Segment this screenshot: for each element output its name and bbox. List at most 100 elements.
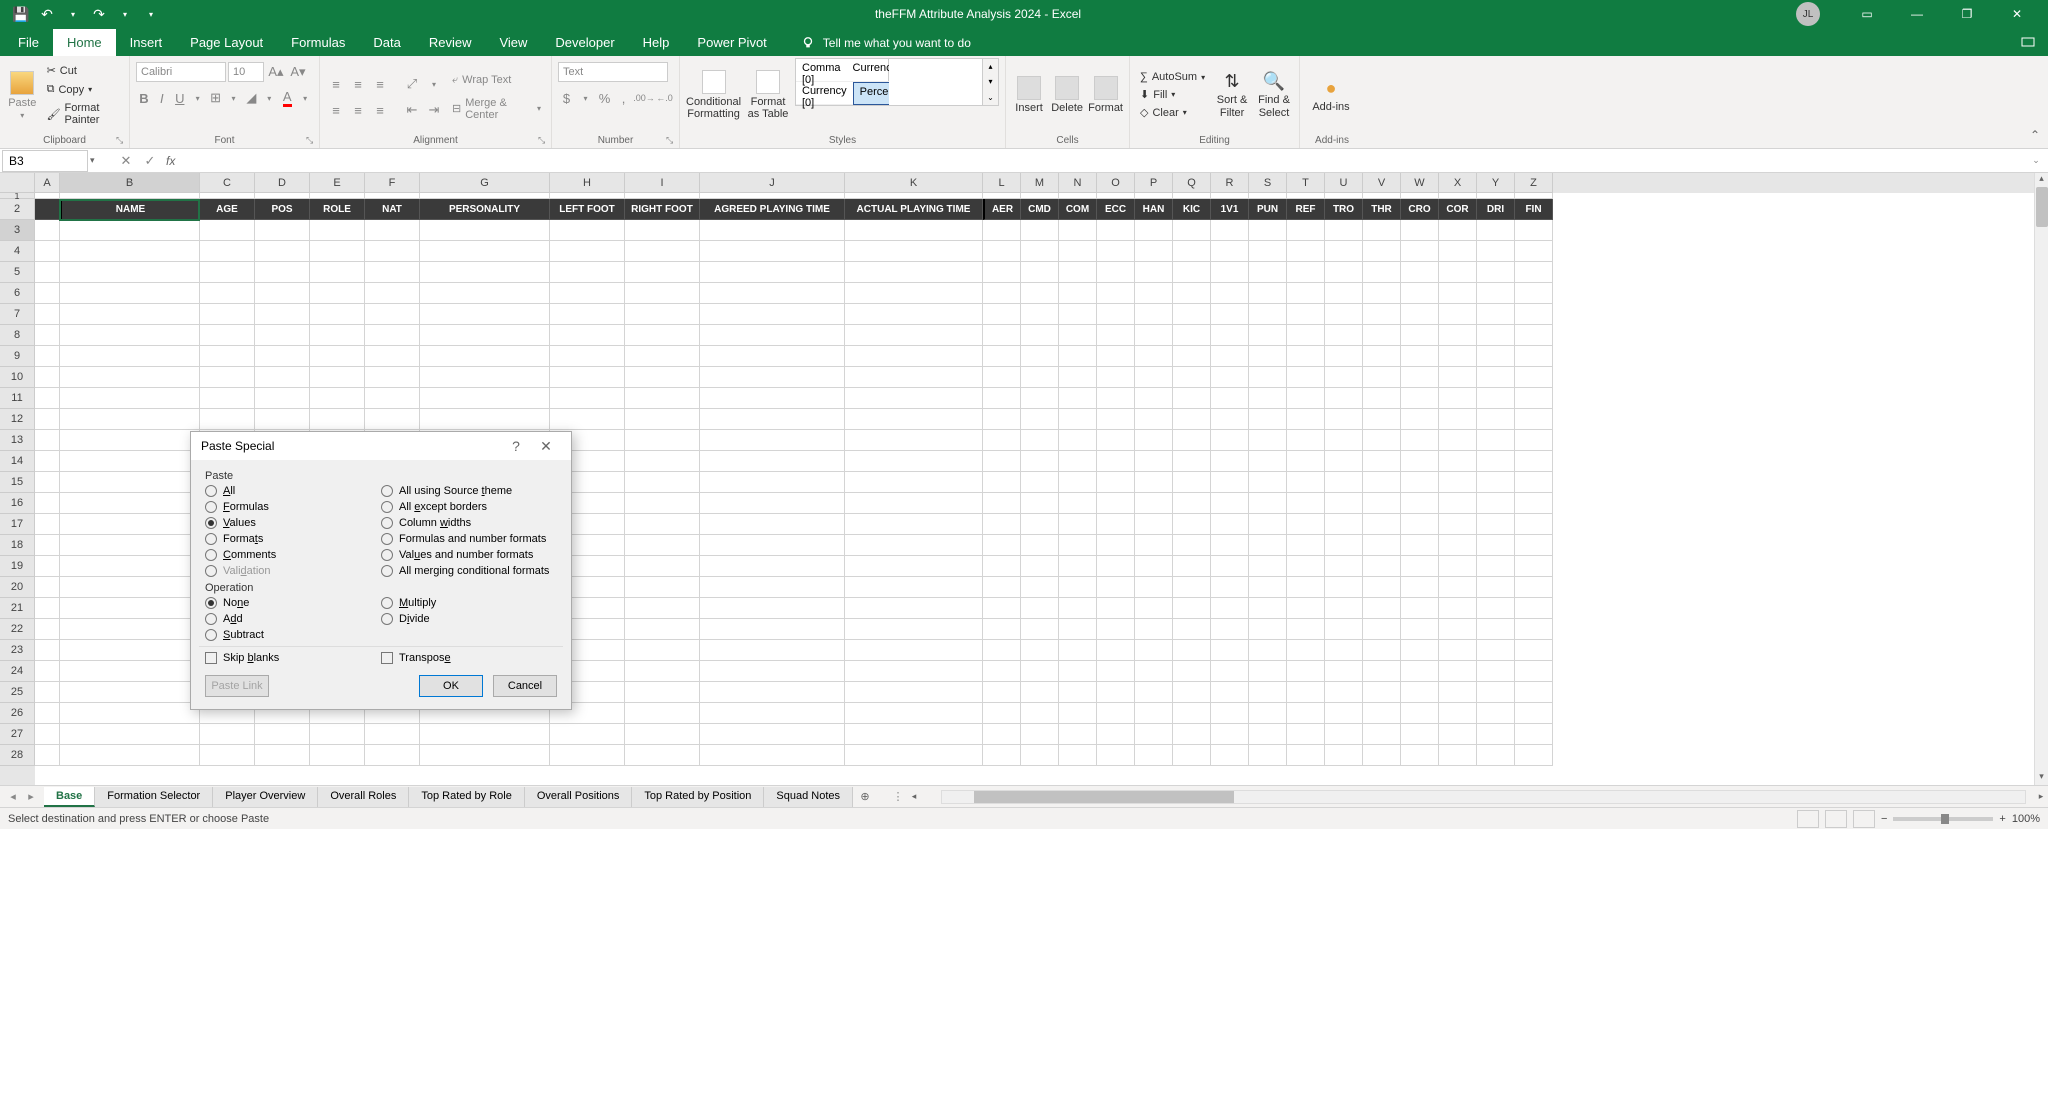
cell[interactable] — [1515, 262, 1553, 283]
conditional-formatting-button[interactable]: Conditional Formatting — [686, 58, 741, 132]
cell[interactable] — [1059, 724, 1097, 745]
style-scroll-more-icon[interactable]: ⌄ — [983, 90, 998, 105]
cell[interactable] — [1097, 640, 1135, 661]
cell[interactable] — [700, 556, 845, 577]
cell[interactable] — [35, 661, 60, 682]
cell[interactable] — [845, 598, 983, 619]
cell[interactable] — [1363, 325, 1401, 346]
cell[interactable] — [550, 325, 625, 346]
cell[interactable] — [1363, 451, 1401, 472]
cell[interactable] — [420, 745, 550, 766]
fill-button[interactable]: ⬇Fill▾ — [1136, 86, 1209, 103]
radio-option[interactable]: Values and number formats — [381, 548, 557, 562]
cell[interactable] — [1401, 745, 1439, 766]
cell[interactable] — [35, 220, 60, 241]
cell[interactable] — [700, 451, 845, 472]
cell[interactable] — [1211, 283, 1249, 304]
table-header-cell[interactable]: NAT — [365, 199, 420, 220]
cell[interactable] — [983, 241, 1021, 262]
orientation-dropdown-icon[interactable]: ▾ — [424, 74, 444, 94]
table-header-cell[interactable]: DRI — [1477, 199, 1515, 220]
cell[interactable] — [1173, 283, 1211, 304]
cell[interactable] — [35, 682, 60, 703]
cell[interactable] — [1439, 430, 1477, 451]
radio-option[interactable]: Divide — [381, 612, 557, 626]
cell[interactable] — [255, 241, 310, 262]
cell[interactable] — [1173, 556, 1211, 577]
cell[interactable] — [1135, 346, 1173, 367]
font-name-select[interactable] — [136, 62, 226, 82]
column-header[interactable]: V — [1363, 173, 1401, 193]
cell[interactable] — [1173, 724, 1211, 745]
undo-icon[interactable]: ↶ — [38, 5, 56, 23]
cell[interactable] — [1439, 682, 1477, 703]
cell[interactable] — [255, 325, 310, 346]
cell[interactable] — [310, 388, 365, 409]
cell[interactable] — [700, 430, 845, 451]
cell[interactable] — [1173, 661, 1211, 682]
cell[interactable] — [1401, 451, 1439, 472]
cell[interactable] — [1249, 577, 1287, 598]
cell[interactable] — [60, 388, 200, 409]
sheet-nav-next-icon[interactable]: ▸ — [22, 790, 40, 803]
cell[interactable] — [310, 409, 365, 430]
format-painter-button[interactable]: 🖌Format Painter — [43, 100, 123, 128]
cell[interactable] — [1477, 241, 1515, 262]
cell[interactable] — [1135, 556, 1173, 577]
name-box[interactable]: B3 — [2, 150, 88, 172]
cell[interactable] — [1439, 493, 1477, 514]
cell[interactable] — [1249, 598, 1287, 619]
cell[interactable] — [1363, 409, 1401, 430]
cell[interactable] — [1059, 703, 1097, 724]
radio-option[interactable]: None — [205, 596, 381, 610]
cell[interactable] — [1363, 703, 1401, 724]
cell[interactable] — [1439, 346, 1477, 367]
cell[interactable] — [983, 451, 1021, 472]
cell[interactable] — [1363, 283, 1401, 304]
cell[interactable] — [1477, 556, 1515, 577]
cell[interactable] — [1515, 556, 1553, 577]
cell[interactable] — [1515, 388, 1553, 409]
cell[interactable] — [1173, 262, 1211, 283]
cell[interactable] — [1097, 703, 1135, 724]
cell[interactable] — [1059, 577, 1097, 598]
cell[interactable] — [60, 220, 200, 241]
cell[interactable] — [1249, 619, 1287, 640]
cell[interactable] — [983, 220, 1021, 241]
cell[interactable] — [310, 220, 365, 241]
cell[interactable] — [1325, 472, 1363, 493]
cell[interactable] — [1211, 325, 1249, 346]
cell[interactable] — [1135, 241, 1173, 262]
fill-dropdown-icon[interactable]: ▾ — [261, 88, 277, 108]
normal-view-icon[interactable] — [1797, 810, 1819, 828]
sheet-tab[interactable]: Overall Roles — [318, 787, 409, 807]
cell[interactable] — [1249, 535, 1287, 556]
cell[interactable] — [60, 535, 200, 556]
cell[interactable] — [1401, 388, 1439, 409]
cell[interactable] — [700, 241, 845, 262]
column-header[interactable]: O — [1097, 173, 1135, 193]
cell-styles-gallery-2[interactable] — [889, 58, 983, 106]
column-header[interactable]: F — [365, 173, 420, 193]
row-header[interactable]: 10 — [0, 367, 35, 388]
vscroll-thumb[interactable] — [2036, 187, 2048, 227]
style-currency0[interactable]: Currency [0] — [796, 82, 853, 105]
cell[interactable] — [1325, 388, 1363, 409]
table-header-cell[interactable]: TRO — [1325, 199, 1363, 220]
cell[interactable] — [1477, 367, 1515, 388]
cell[interactable] — [1287, 619, 1325, 640]
radio-option[interactable]: Formulas — [205, 500, 381, 514]
row-header[interactable]: 8 — [0, 325, 35, 346]
cell[interactable] — [1515, 640, 1553, 661]
number-format-select[interactable] — [558, 62, 668, 82]
cell[interactable] — [1173, 430, 1211, 451]
cell[interactable] — [60, 430, 200, 451]
cell[interactable] — [1173, 304, 1211, 325]
orientation-icon[interactable]: ⤢ — [402, 74, 422, 94]
cell[interactable] — [625, 283, 700, 304]
row-header[interactable]: 18 — [0, 535, 35, 556]
column-header[interactable]: N — [1059, 173, 1097, 193]
cell[interactable] — [983, 388, 1021, 409]
skip-blanks-checkbox[interactable]: Skip blanks — [205, 651, 381, 665]
cell[interactable] — [1173, 367, 1211, 388]
